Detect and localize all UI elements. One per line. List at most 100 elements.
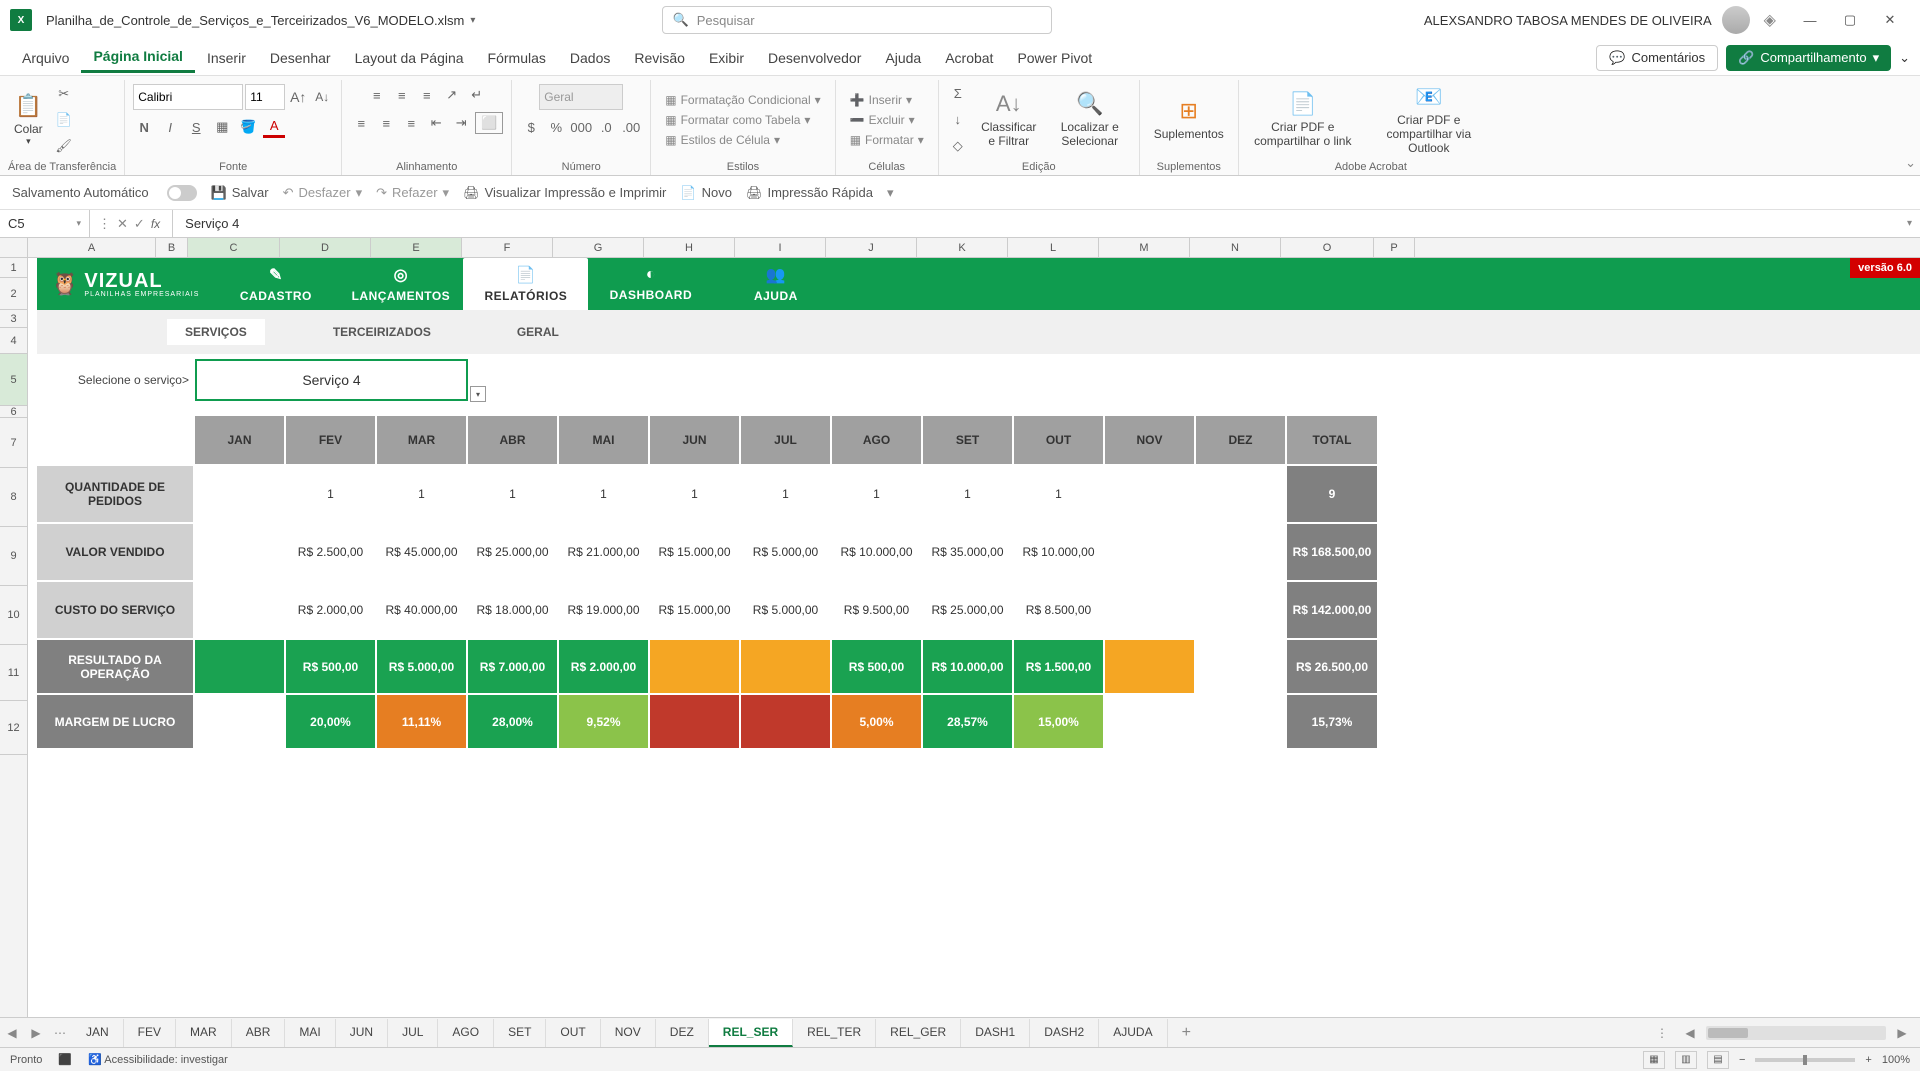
data-cell[interactable]: 15,00% [1014, 695, 1105, 750]
column-header-C[interactable]: C [188, 238, 280, 257]
filename[interactable]: Planilha_de_Controle_de_Serviços_e_Terce… [46, 13, 464, 28]
data-cell[interactable]: 1 [377, 466, 468, 524]
service-dropdown[interactable]: Serviço 4 [195, 359, 468, 401]
column-header-P[interactable]: P [1374, 238, 1415, 257]
user-avatar-icon[interactable] [1722, 6, 1750, 34]
data-cell[interactable]: R$ 15.000,00 [650, 524, 741, 582]
macro-record-icon[interactable]: ⬛ [58, 1053, 72, 1066]
column-header-D[interactable]: D [280, 238, 371, 257]
autosave-toggle[interactable] [167, 185, 197, 201]
data-cell[interactable] [741, 695, 832, 750]
data-cell[interactable]: R$ 500,00 [286, 640, 377, 695]
column-header-F[interactable]: F [462, 238, 553, 257]
data-cell[interactable]: 28,57% [923, 695, 1014, 750]
data-cell[interactable]: 1 [1014, 466, 1105, 524]
share-button[interactable]: 🔗 Compartilhamento ▾ [1726, 45, 1891, 71]
sheet-tab-ago[interactable]: AGO [438, 1019, 494, 1047]
cancel-formula-icon[interactable]: ✕ [117, 216, 128, 232]
new-button[interactable]: 📄Novo [680, 185, 732, 201]
data-cell[interactable] [1196, 640, 1287, 695]
formula-more-icon[interactable]: ⋮ [98, 216, 111, 232]
save-button[interactable]: 💾Salvar [211, 185, 269, 201]
data-cell[interactable]: 11,11% [377, 695, 468, 750]
horizontal-scrollbar[interactable] [1706, 1026, 1886, 1040]
ribbon-tab-inserir[interactable]: Inserir [195, 44, 258, 72]
row-header-8[interactable]: 8 [0, 468, 27, 527]
data-cell[interactable] [195, 524, 286, 582]
quick-print-button[interactable]: 🖨Impressão Rápida [746, 185, 873, 201]
column-header-H[interactable]: H [644, 238, 735, 257]
ribbon-tab-revisão[interactable]: Revisão [622, 44, 697, 72]
data-cell[interactable] [650, 695, 741, 750]
dropdown-caret-icon[interactable]: ▾ [470, 386, 486, 402]
row-header-5[interactable]: 5 [0, 354, 27, 406]
data-cell[interactable] [195, 695, 286, 750]
delete-cells-button[interactable]: ➖Excluir ▾ [844, 111, 921, 129]
font-color-icon[interactable]: A [263, 116, 285, 138]
data-cell[interactable]: 1 [468, 466, 559, 524]
chevron-down-icon[interactable]: ▾ [76, 218, 81, 229]
percent-icon[interactable]: % [545, 116, 567, 138]
nav-item-dashboard[interactable]: ◐DASHBOARD [588, 258, 713, 310]
sheet-tab-nov[interactable]: NOV [601, 1019, 656, 1047]
data-cell[interactable]: 1 [650, 466, 741, 524]
data-cell[interactable]: 1 [286, 466, 377, 524]
print-preview-button[interactable]: 🖨Visualizar Impressão e Imprimir [463, 185, 666, 201]
sheet-tab-out[interactable]: OUT [546, 1019, 600, 1047]
subtab-geral[interactable]: GERAL [499, 319, 577, 345]
hscroll-divider-icon[interactable]: ⋮ [1650, 1026, 1674, 1040]
orientation-icon[interactable]: ↗ [441, 84, 463, 106]
data-cell[interactable] [1196, 524, 1287, 582]
data-cell[interactable] [195, 640, 286, 695]
data-cell[interactable]: R$ 10.000,00 [832, 524, 923, 582]
format-as-table-button[interactable]: ▦Formatar como Tabela ▾ [659, 111, 816, 129]
page-layout-view-button[interactable]: ▥ [1675, 1051, 1697, 1069]
sheet-tab-rel_ter[interactable]: REL_TER [793, 1019, 876, 1047]
cell-styles-button[interactable]: ▦Estilos de Célula ▾ [659, 131, 786, 149]
zoom-in-button[interactable]: + [1865, 1054, 1871, 1066]
comments-button[interactable]: 💬 Comentários [1596, 45, 1718, 71]
increase-font-icon[interactable]: A↑ [287, 86, 309, 108]
select-all-corner[interactable] [0, 238, 28, 257]
nav-item-cadastro[interactable]: ✎CADASTRO [213, 258, 338, 310]
ribbon-tab-layout-da-página[interactable]: Layout da Página [343, 44, 476, 72]
data-cell[interactable]: R$ 5.000,00 [377, 640, 468, 695]
ribbon-tab-desenhar[interactable]: Desenhar [258, 44, 343, 72]
hscroll-left-icon[interactable]: ◀ [1678, 1026, 1702, 1040]
data-cell[interactable]: R$ 19.000,00 [559, 582, 650, 640]
page-break-view-button[interactable]: ▤ [1707, 1051, 1729, 1069]
data-cell[interactable]: R$ 10.000,00 [923, 640, 1014, 695]
decrease-font-icon[interactable]: A↓ [311, 86, 333, 108]
data-cell[interactable]: 1 [832, 466, 923, 524]
normal-view-button[interactable]: ▦ [1643, 1051, 1665, 1069]
row-header-12[interactable]: 12 [0, 701, 27, 755]
sheet-tab-dash1[interactable]: DASH1 [961, 1019, 1030, 1047]
data-cell[interactable]: 1 [741, 466, 832, 524]
row-header-11[interactable]: 11 [0, 645, 27, 701]
column-header-O[interactable]: O [1281, 238, 1374, 257]
zoom-out-button[interactable]: − [1739, 1054, 1745, 1066]
decrease-indent-icon[interactable]: ⇤ [425, 112, 447, 134]
data-cell[interactable] [1196, 582, 1287, 640]
decrease-decimal-icon[interactable]: .00 [620, 116, 642, 138]
sheet-tab-fev[interactable]: FEV [124, 1019, 176, 1047]
data-cell[interactable]: 1 [923, 466, 1014, 524]
ribbon-tab-desenvolvedor[interactable]: Desenvolvedor [756, 44, 873, 72]
close-button[interactable]: ✕ [1870, 5, 1910, 35]
data-cell[interactable] [1196, 695, 1287, 750]
row-header-4[interactable]: 4 [0, 328, 27, 354]
cut-icon[interactable]: ✂ [53, 83, 75, 105]
column-header-N[interactable]: N [1190, 238, 1281, 257]
clear-icon[interactable]: ◇ [947, 135, 969, 157]
data-cell[interactable] [1105, 466, 1196, 524]
ribbon-tab-página-inicial[interactable]: Página Inicial [81, 42, 194, 73]
subtab-serviços[interactable]: SERVIÇOS [167, 319, 265, 345]
row-header-1[interactable]: 1 [0, 258, 27, 278]
data-cell[interactable]: R$ 15.000,00 [650, 582, 741, 640]
row-header-2[interactable]: 2 [0, 278, 27, 310]
wrap-text-icon[interactable]: ↵ [466, 84, 488, 106]
data-cell[interactable]: R$ 25.000,00 [923, 582, 1014, 640]
worksheet[interactable]: 🦉 VIZUAL PLANILHAS EMPRESARIAIS ✎CADASTR… [28, 258, 1920, 1017]
column-header-K[interactable]: K [917, 238, 1008, 257]
align-right-icon[interactable]: ≡ [400, 112, 422, 134]
